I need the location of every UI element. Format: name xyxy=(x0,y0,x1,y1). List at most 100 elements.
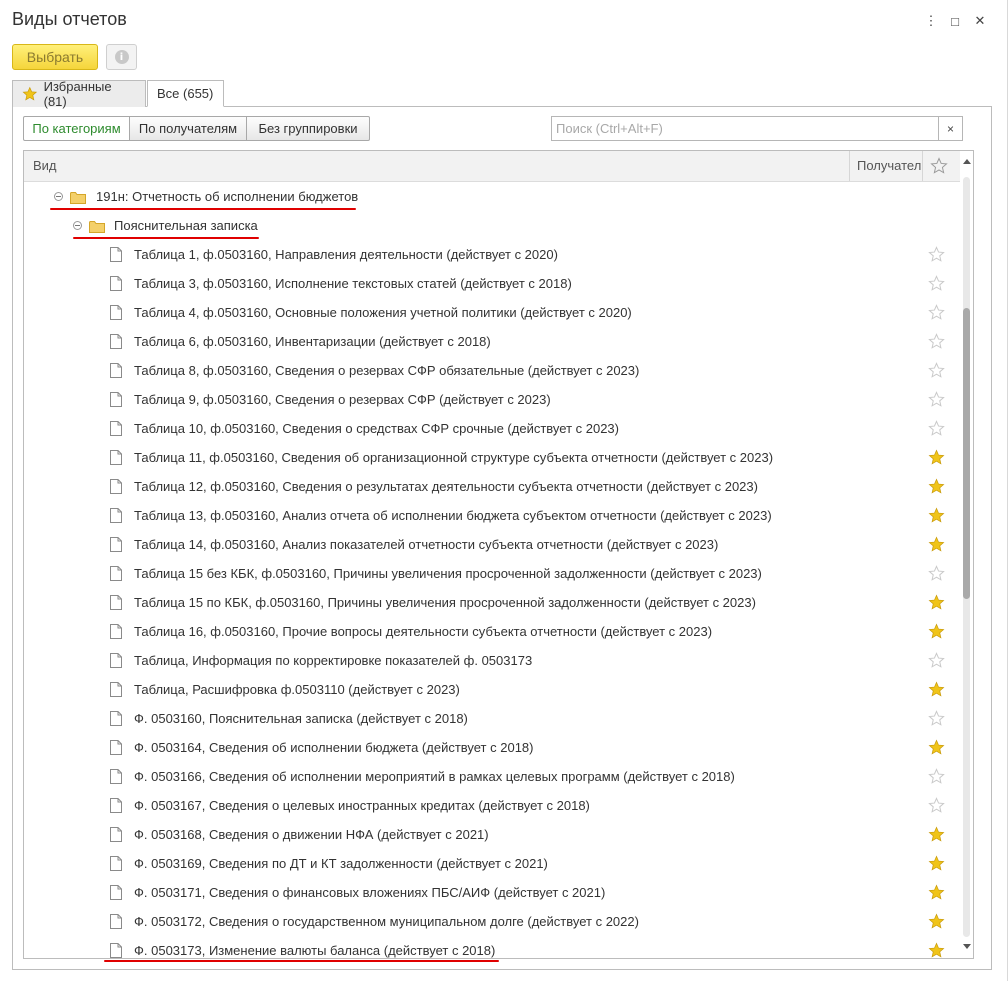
star-filled-icon[interactable] xyxy=(928,594,945,611)
star-filled-icon[interactable] xyxy=(928,536,945,553)
table-row[interactable]: Таблица 11, ф.0503160, Сведения об орган… xyxy=(24,443,954,472)
report-name: Таблица, Информация по корректировке пок… xyxy=(134,653,533,668)
document-icon xyxy=(110,682,122,697)
star-filled-icon[interactable] xyxy=(928,855,945,872)
info-button[interactable]: i xyxy=(106,44,137,70)
star-outline-icon[interactable] xyxy=(928,768,945,785)
star-filled-icon[interactable] xyxy=(928,884,945,901)
column-header-favorite[interactable] xyxy=(922,151,955,181)
table-row[interactable]: Ф. 0503167, Сведения о целевых иностранн… xyxy=(24,791,954,820)
table-row[interactable]: Таблица 14, ф.0503160, Анализ показателе… xyxy=(24,530,954,559)
star-outline-icon[interactable] xyxy=(928,565,945,582)
info-icon: i xyxy=(114,50,129,64)
table-row[interactable]: Таблица 9, ф.0503160, Сведения о резерва… xyxy=(24,385,954,414)
table-row[interactable]: Ф. 0503168, Сведения о движении НФА (дей… xyxy=(24,820,954,849)
table-row[interactable]: Ф. 0503164, Сведения об исполнении бюдже… xyxy=(24,733,954,762)
star-outline-icon[interactable] xyxy=(928,362,945,379)
table-row[interactable]: Ф. 0503173, Изменение валюты баланса (де… xyxy=(24,936,954,959)
document-icon xyxy=(110,769,122,784)
document-icon xyxy=(110,914,122,929)
tree-subgroup-row[interactable]: Пояснительная записка xyxy=(24,211,954,240)
document-icon xyxy=(110,421,122,436)
scroll-thumb[interactable] xyxy=(963,308,970,599)
table-row[interactable]: Ф. 0503172, Сведения о государственном м… xyxy=(24,907,954,936)
table-row[interactable]: Таблица 13, ф.0503160, Анализ отчета об … xyxy=(24,501,954,530)
collapse-icon[interactable] xyxy=(54,192,63,201)
search-input[interactable] xyxy=(551,116,939,141)
collapse-icon[interactable] xyxy=(73,221,82,230)
document-icon xyxy=(110,653,122,668)
table-row[interactable]: Таблица 4, ф.0503160, Основные положения… xyxy=(24,298,954,327)
table-row[interactable]: Ф. 0503169, Сведения по ДТ и КТ задолжен… xyxy=(24,849,954,878)
document-icon xyxy=(110,334,122,349)
table-row[interactable]: Ф. 0503171, Сведения о финансовых вложен… xyxy=(24,878,954,907)
star-filled-icon[interactable] xyxy=(928,913,945,930)
folder-icon xyxy=(70,192,86,204)
table-row[interactable]: Таблица 6, ф.0503160, Инвентаризации (де… xyxy=(24,327,954,356)
document-icon xyxy=(110,827,122,842)
table-row[interactable]: Таблица 12, ф.0503160, Сведения о резуль… xyxy=(24,472,954,501)
star-outline-icon[interactable] xyxy=(928,246,945,263)
table-row[interactable]: Ф. 0503166, Сведения об исполнении мероп… xyxy=(24,762,954,791)
scroll-down-icon[interactable] xyxy=(963,944,971,949)
table-row[interactable]: Таблица 16, ф.0503160, Прочие вопросы де… xyxy=(24,617,954,646)
table-row[interactable]: Ф. 0503160, Пояснительная записка (дейст… xyxy=(24,704,954,733)
star-filled-icon[interactable] xyxy=(928,478,945,495)
document-icon xyxy=(110,247,122,262)
star-filled-icon[interactable] xyxy=(928,739,945,756)
star-filled-icon[interactable] xyxy=(928,507,945,524)
report-name: Таблица 8, ф.0503160, Сведения о резерва… xyxy=(134,363,640,378)
report-name: Таблица 12, ф.0503160, Сведения о резуль… xyxy=(134,479,758,494)
tab-favorites[interactable]: Избранные (81) xyxy=(12,79,146,109)
maximize-icon[interactable]: □ xyxy=(944,10,966,32)
star-filled-icon[interactable] xyxy=(928,826,945,843)
report-name: Таблица 3, ф.0503160, Исполнение текстов… xyxy=(134,276,572,291)
table-row[interactable]: Таблица 1, ф.0503160, Направления деятел… xyxy=(24,240,954,269)
star-outline-icon[interactable] xyxy=(928,304,945,321)
report-name: Ф. 0503167, Сведения о целевых иностранн… xyxy=(134,798,590,813)
star-outline-icon[interactable] xyxy=(928,391,945,408)
tab-all[interactable]: Все (655) xyxy=(147,80,224,107)
star-outline-icon[interactable] xyxy=(928,275,945,292)
report-types-table: Вид Получатели 191н: Отчетность об испол… xyxy=(23,150,974,959)
document-icon xyxy=(110,305,122,320)
star-filled-icon[interactable] xyxy=(928,681,945,698)
column-header-recipients-label: Получатели xyxy=(857,158,922,173)
table-row[interactable]: Таблица 15 без КБК, ф.0503160, Причины у… xyxy=(24,559,954,588)
star-filled-icon[interactable] xyxy=(928,942,945,959)
scroll-up-icon[interactable] xyxy=(963,159,971,164)
star-outline-icon[interactable] xyxy=(928,652,945,669)
report-name: Ф. 0503164, Сведения об исполнении бюдже… xyxy=(134,740,534,755)
document-icon xyxy=(110,798,122,813)
report-name: Таблица, Расшифровка ф.0503110 (действуе… xyxy=(134,682,460,697)
star-filled-icon[interactable] xyxy=(928,623,945,640)
table-row[interactable]: Таблица 10, ф.0503160, Сведения о средст… xyxy=(24,414,954,443)
table-row[interactable]: Таблица, Информация по корректировке пок… xyxy=(24,646,954,675)
close-icon[interactable]: ✕ xyxy=(969,10,991,32)
clear-search-icon[interactable]: × xyxy=(938,116,963,141)
star-outline-icon[interactable] xyxy=(928,420,945,437)
table-row[interactable]: Таблица 3, ф.0503160, Исполнение текстов… xyxy=(24,269,954,298)
table-row[interactable]: Таблица 15 по КБК, ф.0503160, Причины ув… xyxy=(24,588,954,617)
star-outline-icon[interactable] xyxy=(928,710,945,727)
tree-group-row[interactable]: 191н: Отчетность об исполнении бюджетов xyxy=(24,182,954,211)
more-menu-icon[interactable]: ⋮ xyxy=(920,10,942,32)
document-icon xyxy=(110,363,122,378)
group-by-recipient-button[interactable]: По получателям xyxy=(129,116,247,141)
star-outline-icon[interactable] xyxy=(928,797,945,814)
star-filled-icon[interactable] xyxy=(928,449,945,466)
report-name: Ф. 0503169, Сведения по ДТ и КТ задолжен… xyxy=(134,856,548,871)
star-outline-icon[interactable] xyxy=(928,333,945,350)
vertical-scrollbar[interactable] xyxy=(960,151,973,958)
table-header: Вид Получатели xyxy=(24,151,973,182)
no-grouping-button[interactable]: Без группировки xyxy=(246,116,370,141)
table-row[interactable]: Таблица 8, ф.0503160, Сведения о резерва… xyxy=(24,356,954,385)
group-label: 191н: Отчетность об исполнении бюджетов xyxy=(96,189,359,204)
report-name: Таблица 9, ф.0503160, Сведения о резерва… xyxy=(134,392,551,407)
group-by-category-button[interactable]: По категориям xyxy=(23,116,130,141)
select-button[interactable]: Выбрать xyxy=(12,44,98,70)
column-header-kind[interactable]: Вид xyxy=(33,158,57,173)
table-row[interactable]: Таблица, Расшифровка ф.0503110 (действуе… xyxy=(24,675,954,704)
highlight-underline xyxy=(50,208,356,210)
column-header-recipients[interactable]: Получатели xyxy=(849,151,922,181)
